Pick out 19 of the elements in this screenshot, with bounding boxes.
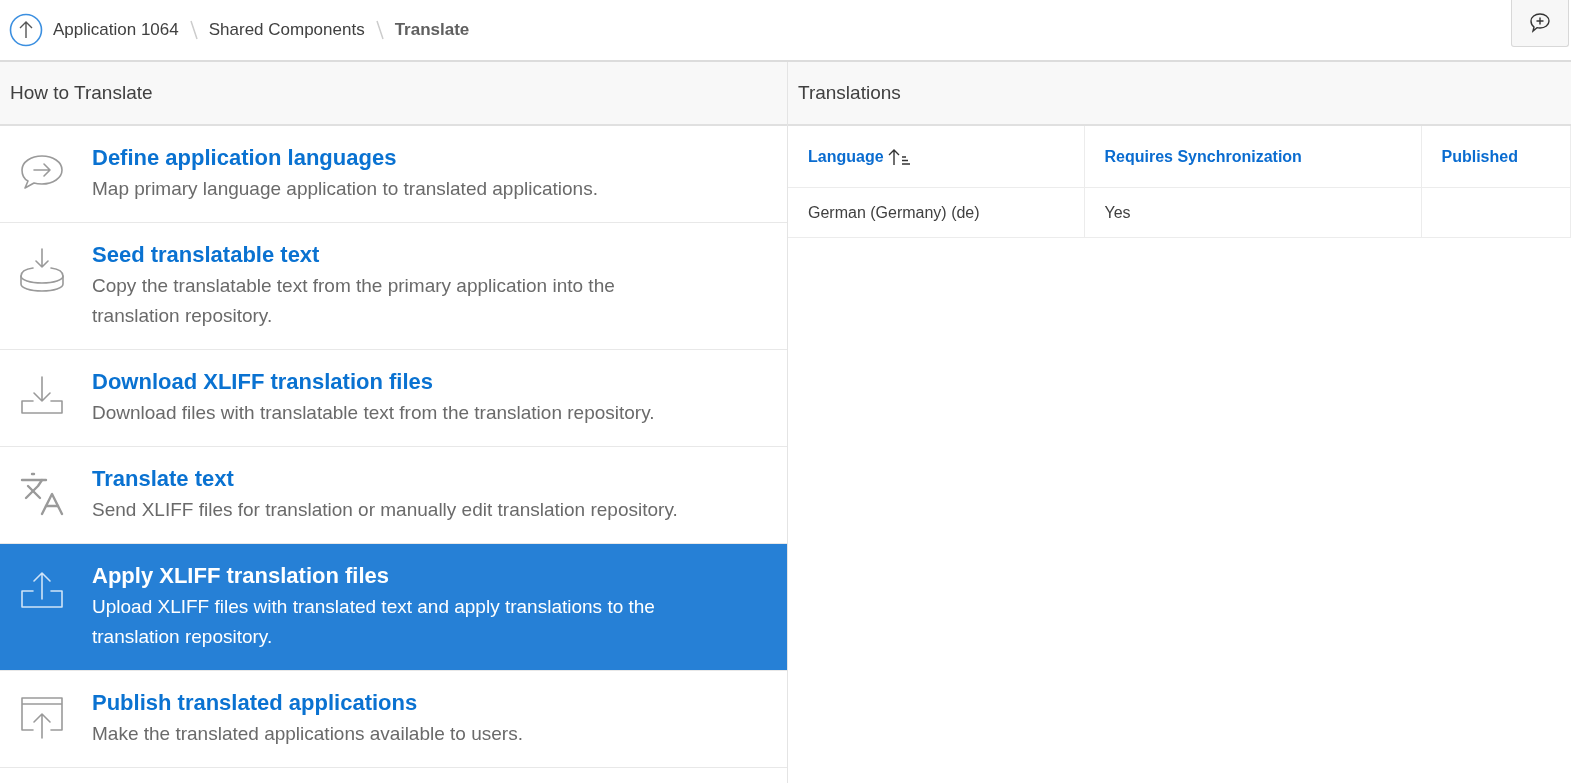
- panel-header: Translations: [788, 62, 1571, 126]
- task-item[interactable]: Apply XLIFF translation files Upload XLIFF files with translated text and apply translations to the translation repository.: [0, 544, 787, 671]
- column-header[interactable]: Requires Synchronization: [1084, 126, 1421, 188]
- breadcrumb-current: Translate: [394, 20, 470, 40]
- panel-header: How to Translate: [0, 62, 787, 126]
- add-comment-button[interactable]: [1511, 0, 1569, 47]
- separator-icon: [374, 19, 385, 41]
- translate-icon: [18, 470, 66, 518]
- comment-plus-icon: [1528, 11, 1552, 35]
- table-cell: Yes: [1084, 187, 1421, 238]
- up-button[interactable]: [9, 13, 43, 47]
- breadcrumb-link[interactable]: Application 1064: [53, 20, 179, 40]
- table-cell: German (Germany) (de): [788, 187, 1084, 238]
- separator-icon: [188, 19, 199, 41]
- window-upload-icon: [18, 694, 66, 742]
- column-header[interactable]: Language: [788, 126, 1084, 188]
- download-disk-icon: [18, 246, 66, 294]
- column-header[interactable]: Published: [1421, 126, 1571, 188]
- breadcrumb-link[interactable]: Shared Components: [208, 20, 365, 40]
